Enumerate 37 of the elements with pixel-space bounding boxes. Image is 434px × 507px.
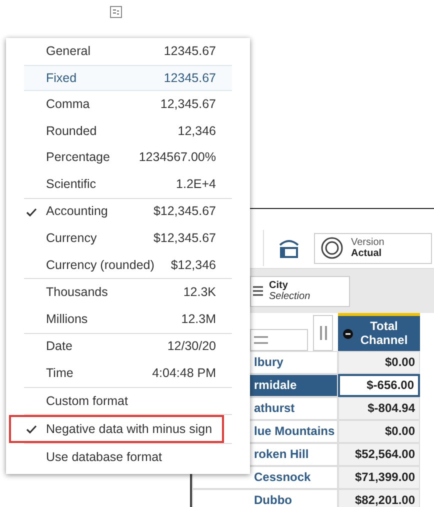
check-icon [26,208,37,217]
row-header[interactable]: Dubbo [192,489,338,507]
filter-field[interactable] [250,329,308,351]
menu-item[interactable]: Currency (rounded) $12,346 [6,252,250,278]
chip-title: City [269,280,289,291]
chip-subtitle: Selection [269,291,310,302]
grip-icon [320,326,326,340]
version-value: Actual [351,248,383,259]
menu-item[interactable]: Accounting $12,345.67 [6,198,250,226]
format-icon[interactable] [110,6,122,18]
menu-item[interactable]: Millions 12.3M [6,306,250,333]
menu-item[interactable]: Thousands 12.3K [6,279,250,306]
menu-item[interactable]: Currency $12,345.67 [6,225,250,252]
check-icon [26,425,37,434]
version-label: Version [351,237,384,248]
menu-item[interactable]: Rounded 12,346 [6,118,250,144]
menu-item[interactable]: Percentage 1234567.00% [6,144,250,171]
column-header[interactable]: Total Channel [338,313,420,351]
menu-item[interactable]: Scientific 1.2E+4 [6,170,250,198]
menu-item[interactable]: Comma 12,345.67 [6,91,250,118]
table-cell: $0.00 [338,420,420,443]
version-selector[interactable]: Version Actual [314,232,432,264]
list-icon [253,285,263,297]
menu-item[interactable]: Fixed 12345.67 [24,64,232,92]
collapse-icon [343,328,353,338]
dimension-icon [321,237,343,259]
menu-icon [254,336,268,344]
table-cell: $82,201.00 [338,489,420,507]
table-cell: $0.00 [338,351,420,374]
menu-item[interactable]: General 12345.67 [6,38,250,65]
table-cell: $71,399.00 [338,466,420,489]
dimension-chip[interactable]: City Selection [250,276,350,306]
table-cell: $52,564.00 [338,443,420,466]
window-icon[interactable] [278,237,300,259]
table-cell: $-656.00 [338,374,420,397]
table-cell: $-804.94 [338,397,420,420]
column-handle[interactable] [313,315,333,351]
